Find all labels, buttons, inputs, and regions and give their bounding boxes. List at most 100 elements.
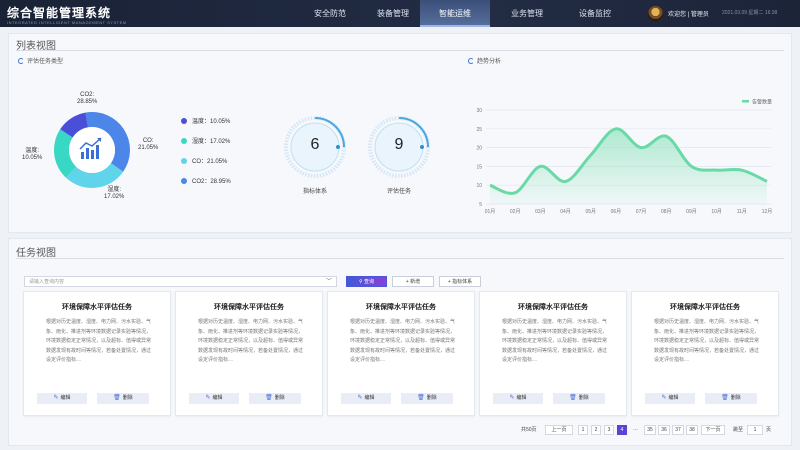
- pie-panel-title-text: 评估任务类型: [27, 59, 64, 65]
- gauge-label: 指标体系: [302, 189, 327, 195]
- goto-label: 跳至: [733, 427, 744, 433]
- x-tick-label: 12月: [762, 209, 773, 215]
- y-tick-label: 25: [476, 127, 482, 133]
- prev-page-button[interactable]: 上一页: [545, 425, 573, 435]
- x-tick-label: 07月: [636, 209, 647, 215]
- delete-button[interactable]: 🗑 删除: [553, 393, 605, 404]
- indicator-label: 指标体系: [452, 279, 473, 285]
- legend-label: CO：21.05%: [192, 159, 228, 165]
- gauge-label: 评估任务: [386, 189, 411, 195]
- legend-temperature: 温度：10.05%: [181, 116, 230, 125]
- delete-label: 删除: [122, 395, 133, 401]
- x-tick-label: 05月: [585, 209, 596, 215]
- edit-button[interactable]: ✎ 编辑: [37, 393, 87, 404]
- welcome-text[interactable]: 欢迎您 | 管理员: [668, 9, 709, 18]
- datetime: 2021.03.09 星期二 16:38: [722, 10, 778, 16]
- x-tick-label: 09月: [686, 209, 697, 215]
- query-button[interactable]: ⚲ 查询: [346, 276, 387, 287]
- card-description: 根据对历史温度、湿度、电力网、污水实验、气象、雨化、推进剂等环境数据记录实验等情…: [350, 319, 456, 363]
- card-description: 根据对历史温度、湿度、电力网、污水实验、气象、雨化、推进剂等环境数据记录实验等情…: [46, 319, 152, 363]
- app-title: 综合智能管理系统: [7, 6, 112, 20]
- legend-co: CO：21.05%: [181, 156, 227, 165]
- task-card[interactable]: 环境保障水平评估任务 根据对历史温度、湿度、电力网、污水实验、气象、雨化、推进剂等…: [479, 291, 627, 416]
- card-title: 环境保障水平评估任务: [366, 304, 436, 311]
- x-tick-label: 01月: [485, 209, 496, 215]
- pie-label-co2: CO2: 28.85%: [77, 92, 98, 105]
- top-bar: 综合智能管理系统 INTEGRATED INTELLIGENT MANAGEME…: [0, 0, 800, 27]
- x-tick-label: 03月: [535, 209, 546, 215]
- section-icon: [468, 57, 474, 64]
- edit-icon: ✎: [53, 395, 59, 401]
- card-title: 环境保障水平评估任务: [62, 304, 132, 311]
- nav-item-equipment[interactable]: 装备管理: [358, 0, 428, 27]
- legend-label: CO2：28.95%: [192, 179, 231, 185]
- delete-button[interactable]: 🗑 删除: [97, 393, 149, 404]
- legend-label: 湿度：17.02%: [192, 139, 231, 145]
- edit-button[interactable]: ✎ 编辑: [341, 393, 391, 404]
- edit-label: 编辑: [516, 395, 527, 401]
- nav-item-business[interactable]: 业务管理: [492, 0, 562, 27]
- add-button[interactable]: + 新增: [392, 276, 434, 287]
- trash-icon: 🗑: [113, 395, 121, 401]
- plus-icon: +: [447, 279, 451, 285]
- delete-button[interactable]: 🗑 删除: [249, 393, 301, 404]
- nav-item-security[interactable]: 安全防范: [295, 0, 365, 27]
- task-card[interactable]: 环境保障水平评估任务根据对历史温度、湿度、电力网、污水实验、气象、雨化、推进剂等…: [327, 291, 475, 416]
- page-button[interactable]: 38: [686, 425, 698, 435]
- page-button-current[interactable]: 4: [617, 425, 627, 435]
- edit-icon: ✎: [509, 395, 515, 401]
- legend-swatch: [742, 100, 749, 103]
- edit-button[interactable]: ✎ 编辑: [645, 393, 695, 404]
- y-tick-label: 10: [476, 183, 482, 189]
- task-card[interactable]: 环境保障水平评估任务 根据对历史温度、湿度、电力网、污水实验、气象、雨化、推进剂等…: [631, 291, 779, 416]
- goto-page-input[interactable]: 1: [747, 425, 763, 435]
- card-description: 根据对历史温度、湿度、电力网、污水实验、气象、雨化、推进剂等环境数据记录实验等情…: [502, 319, 608, 363]
- avatar[interactable]: [648, 6, 663, 21]
- edit-button[interactable]: ✎ 编辑: [493, 393, 543, 404]
- gauge-value: 6: [310, 136, 320, 153]
- legend-dot: [181, 157, 187, 164]
- task-view-title: 任务视图: [16, 248, 56, 259]
- card-description: 根据对历史温度、湿度、电力网、污水实验、气象、雨化、推进剂等环境数据记录实验等情…: [654, 319, 760, 363]
- pagination-total: 共50页: [521, 427, 537, 433]
- edit-icon: ✎: [357, 395, 363, 401]
- nav-item-device-monitor[interactable]: 设备监控: [560, 0, 630, 27]
- app-subtitle: INTEGRATED INTELLIGENT MANAGEMENT SYSTEM: [7, 20, 127, 25]
- legend-label: 温度：10.05%: [192, 119, 231, 125]
- x-tick-label: 08月: [661, 209, 672, 215]
- delete-button[interactable]: 🗑 删除: [705, 393, 757, 404]
- legend-dot: [181, 117, 187, 124]
- add-label: 新增: [410, 279, 421, 285]
- edit-label: 编辑: [364, 395, 375, 401]
- page-button[interactable]: 2: [591, 425, 601, 435]
- trash-icon: 🗑: [417, 395, 425, 401]
- task-card[interactable]: 环境保障水平评估任务根据对历史温度、湿度、电力网、污水实验、气象、雨化、推进剂等…: [23, 291, 171, 416]
- chart-legend: 告警数量: [742, 99, 772, 106]
- task-card[interactable]: 环境保障水平评估任务 根据对历史温度、湿度、电力网、污水实验、气象、雨化、推进剂等…: [175, 291, 323, 416]
- gauge-value: 9: [394, 136, 404, 153]
- trend-area-chart: 5 10 15 20 25 30 01月 02月 03月 04月 05月 06月 07月 08月 09月 1…: [476, 99, 773, 216]
- pie-label-temperature: 温度: 10.05%: [22, 148, 43, 161]
- divider: [16, 258, 784, 259]
- query-label: 查询: [364, 279, 375, 285]
- indicator-system-button[interactable]: + 指标体系: [439, 276, 481, 287]
- legend-dot: [181, 137, 187, 144]
- edit-button[interactable]: ✎ 编辑: [189, 393, 239, 404]
- page-button[interactable]: 37: [672, 425, 684, 435]
- page-button[interactable]: 1: [578, 425, 588, 435]
- x-tick-label: 06月: [611, 209, 622, 215]
- brand: 综合智能管理系统 INTEGRATED INTELLIGENT MANAGEME…: [7, 4, 127, 25]
- page-button[interactable]: 36: [658, 425, 670, 435]
- trend-panel-title-text: 趋势分析: [477, 59, 502, 65]
- section-icon: [18, 57, 24, 64]
- legend-dot: [181, 177, 187, 184]
- pie-label-humidity: 湿度: 17.02%: [104, 187, 125, 200]
- divider: [16, 50, 784, 51]
- page-button[interactable]: 3: [604, 425, 614, 435]
- delete-button[interactable]: 🗑 删除: [401, 393, 453, 404]
- next-page-button[interactable]: 下一页: [701, 425, 725, 435]
- y-tick-label: 5: [479, 202, 482, 208]
- nav-item-ops[interactable]: 智能运维: [420, 0, 490, 27]
- page-button[interactable]: 35: [644, 425, 656, 435]
- search-input[interactable]: 请输入查询内容 ﹀: [24, 276, 337, 287]
